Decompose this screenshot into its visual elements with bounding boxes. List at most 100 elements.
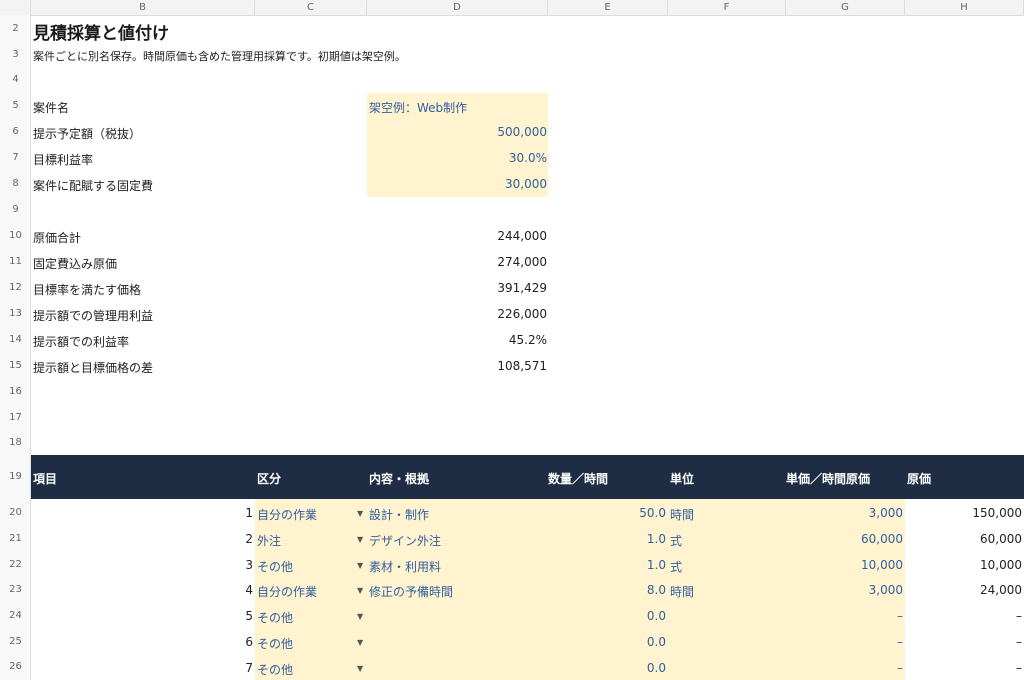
row-number[interactable]: 3	[0, 49, 31, 60]
result-value[interactable]: 226,000	[367, 307, 547, 321]
row-number[interactable]: 22	[0, 559, 31, 570]
header-unit[interactable]: 単位	[670, 470, 694, 487]
row-number[interactable]: 7	[0, 152, 31, 163]
unit-input[interactable]: 式	[670, 558, 682, 575]
row-number[interactable]: 19	[0, 471, 31, 482]
triangle-down-icon[interactable]: ▼	[357, 535, 363, 544]
header-item[interactable]: 項目	[33, 470, 57, 487]
column-header-g[interactable]: G	[786, 0, 905, 15]
qty-input[interactable]: 0.0	[548, 635, 666, 649]
column-header-d[interactable]: D	[367, 0, 548, 15]
qty-input[interactable]: 1.0	[548, 532, 666, 546]
unit-price-input[interactable]: 3,000	[786, 506, 903, 520]
qty-input[interactable]: 0.0	[548, 661, 666, 675]
unit-price-input[interactable]: –	[786, 661, 903, 675]
header-qty[interactable]: 数量／時間	[548, 470, 608, 487]
cost-value[interactable]: –	[905, 635, 1022, 649]
result-value[interactable]: 274,000	[367, 255, 547, 269]
cost-value[interactable]: 150,000	[905, 506, 1022, 520]
fixed-cost-label: 案件に配賦する固定費	[33, 179, 154, 193]
category-select[interactable]: その他	[257, 635, 293, 652]
unit-input[interactable]: 時間	[670, 506, 694, 523]
row-number[interactable]: 18	[0, 437, 31, 448]
unit-price-input[interactable]: 3,000	[786, 583, 903, 597]
row-number[interactable]: 16	[0, 386, 31, 397]
result-label: 提示額での管理用利益	[33, 309, 154, 323]
row-index: 7	[245, 661, 253, 675]
category-select[interactable]: 外注	[257, 532, 281, 549]
cost-value[interactable]: 10,000	[905, 558, 1022, 572]
triangle-down-icon[interactable]: ▼	[357, 509, 363, 518]
row-number[interactable]: 10	[0, 230, 31, 241]
triangle-down-icon[interactable]: ▼	[357, 664, 363, 673]
row-number[interactable]: 21	[0, 533, 31, 544]
column-header-f[interactable]: F	[668, 0, 786, 15]
unit-price-input[interactable]: –	[786, 635, 903, 649]
triangle-down-icon[interactable]: ▼	[357, 561, 363, 570]
row-header-bar	[0, 15, 31, 680]
detail-input[interactable]: 設計・制作	[369, 506, 429, 523]
row-number[interactable]: 9	[0, 204, 31, 215]
column-header-b[interactable]: B	[31, 0, 255, 15]
category-select[interactable]: その他	[257, 661, 293, 678]
detail-input[interactable]: デザイン外注	[369, 532, 441, 549]
row-number[interactable]: 26	[0, 661, 31, 672]
project-name-input[interactable]: 架空例：Web制作	[369, 99, 467, 116]
result-value[interactable]: 391,429	[367, 281, 547, 295]
category-select[interactable]: その他	[257, 558, 293, 575]
qty-input[interactable]: 0.0	[548, 609, 666, 623]
row-number[interactable]: 11	[0, 256, 31, 267]
quote-input[interactable]: 500,000	[367, 125, 547, 139]
row-number[interactable]: 12	[0, 282, 31, 293]
category-select[interactable]: その他	[257, 609, 293, 626]
unit-price-input[interactable]: 60,000	[786, 532, 903, 546]
row-number[interactable]: 14	[0, 334, 31, 345]
triangle-down-icon[interactable]: ▼	[357, 612, 363, 621]
result-label: 提示額での利益率	[33, 335, 130, 349]
row-number[interactable]: 6	[0, 126, 31, 137]
cost-value[interactable]: –	[905, 609, 1022, 623]
header-detail[interactable]: 内容・根拠	[369, 470, 429, 487]
row-number[interactable]: 24	[0, 610, 31, 621]
triangle-down-icon[interactable]: ▼	[357, 586, 363, 595]
row-number[interactable]: 13	[0, 308, 31, 319]
row-number[interactable]: 25	[0, 636, 31, 647]
unit-price-input[interactable]: –	[786, 609, 903, 623]
qty-input[interactable]: 8.0	[548, 583, 666, 597]
target-margin-input[interactable]: 30.0%	[367, 151, 547, 165]
row-number[interactable]: 4	[0, 74, 31, 85]
row-number[interactable]: 5	[0, 100, 31, 111]
header-category[interactable]: 区分	[257, 470, 281, 487]
row-number[interactable]: 23	[0, 584, 31, 595]
result-value[interactable]: 244,000	[367, 229, 547, 243]
triangle-down-icon[interactable]: ▼	[357, 638, 363, 647]
column-header-bar: B C D E F G H	[0, 0, 1024, 16]
row-number[interactable]: 20	[0, 507, 31, 518]
detail-input[interactable]: 修正の予備時間	[369, 583, 453, 600]
category-select[interactable]: 自分の作業	[257, 583, 317, 600]
cost-value[interactable]: –	[905, 661, 1022, 675]
column-header-c[interactable]: C	[255, 0, 367, 15]
row-number[interactable]: 15	[0, 360, 31, 371]
result-label: 目標率を満たす価格	[33, 283, 142, 297]
header-cost[interactable]: 原価	[907, 470, 931, 487]
cost-value[interactable]: 60,000	[905, 532, 1022, 546]
result-value[interactable]: 45.2%	[367, 333, 547, 347]
cost-value[interactable]: 24,000	[905, 583, 1022, 597]
qty-input[interactable]: 1.0	[548, 558, 666, 572]
unit-input[interactable]: 時間	[670, 583, 694, 600]
detail-input[interactable]: 素材・利用料	[369, 558, 441, 575]
row-number[interactable]: 8	[0, 178, 31, 189]
header-unit-price[interactable]: 単価／時間原価	[786, 470, 870, 487]
unit-price-input[interactable]: 10,000	[786, 558, 903, 572]
qty-input[interactable]: 50.0	[548, 506, 666, 520]
corner-cell[interactable]	[0, 0, 31, 15]
row-number[interactable]: 17	[0, 412, 31, 423]
column-header-e[interactable]: E	[548, 0, 668, 15]
fixed-cost-input[interactable]: 30,000	[367, 177, 547, 191]
row-number[interactable]: 2	[0, 23, 31, 34]
column-header-h[interactable]: H	[905, 0, 1024, 15]
result-value[interactable]: 108,571	[367, 359, 547, 373]
category-select[interactable]: 自分の作業	[257, 506, 317, 523]
unit-input[interactable]: 式	[670, 532, 682, 549]
